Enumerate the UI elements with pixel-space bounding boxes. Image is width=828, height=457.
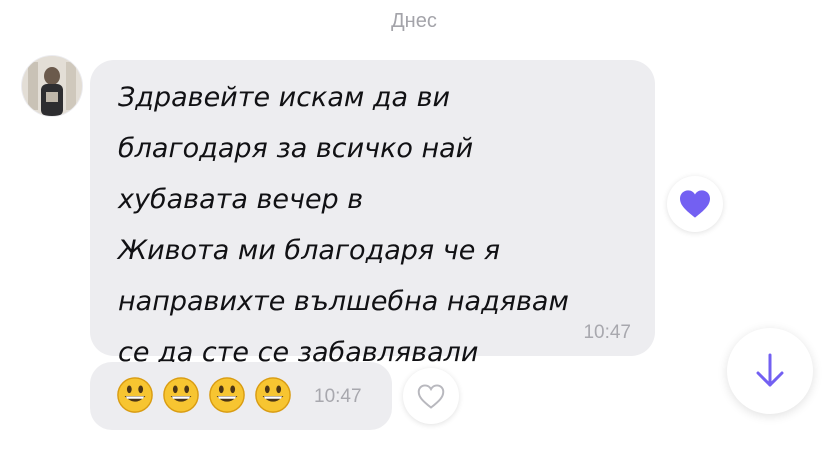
grinning-face-emoji <box>117 377 153 413</box>
scroll-to-bottom-button[interactable] <box>727 328 813 414</box>
avatar-image <box>22 56 82 116</box>
message-text: Здравейте искам да ви благодаря за всичк… <box>118 82 569 368</box>
message-timestamp: 10:47 <box>583 322 631 343</box>
like-button[interactable] <box>403 368 459 424</box>
grinning-face-emoji <box>255 377 291 413</box>
grinning-face-emoji <box>209 377 245 413</box>
arrow-down-icon <box>756 353 784 387</box>
message-reaction[interactable] <box>667 176 723 232</box>
emoji-row <box>116 376 292 414</box>
heart-outline-icon <box>417 383 445 409</box>
incoming-message-bubble[interactable]: Здравейте искам да ви благодаря за всичк… <box>90 60 655 368</box>
heart-filled-icon <box>680 190 710 218</box>
message-timestamp: 10:47 <box>314 386 362 407</box>
date-separator: Днес <box>391 10 437 32</box>
grinning-face-emoji <box>163 377 199 413</box>
contact-avatar[interactable] <box>22 56 82 116</box>
incoming-emoji-message-bubble[interactable]: 10:47 <box>90 362 392 430</box>
